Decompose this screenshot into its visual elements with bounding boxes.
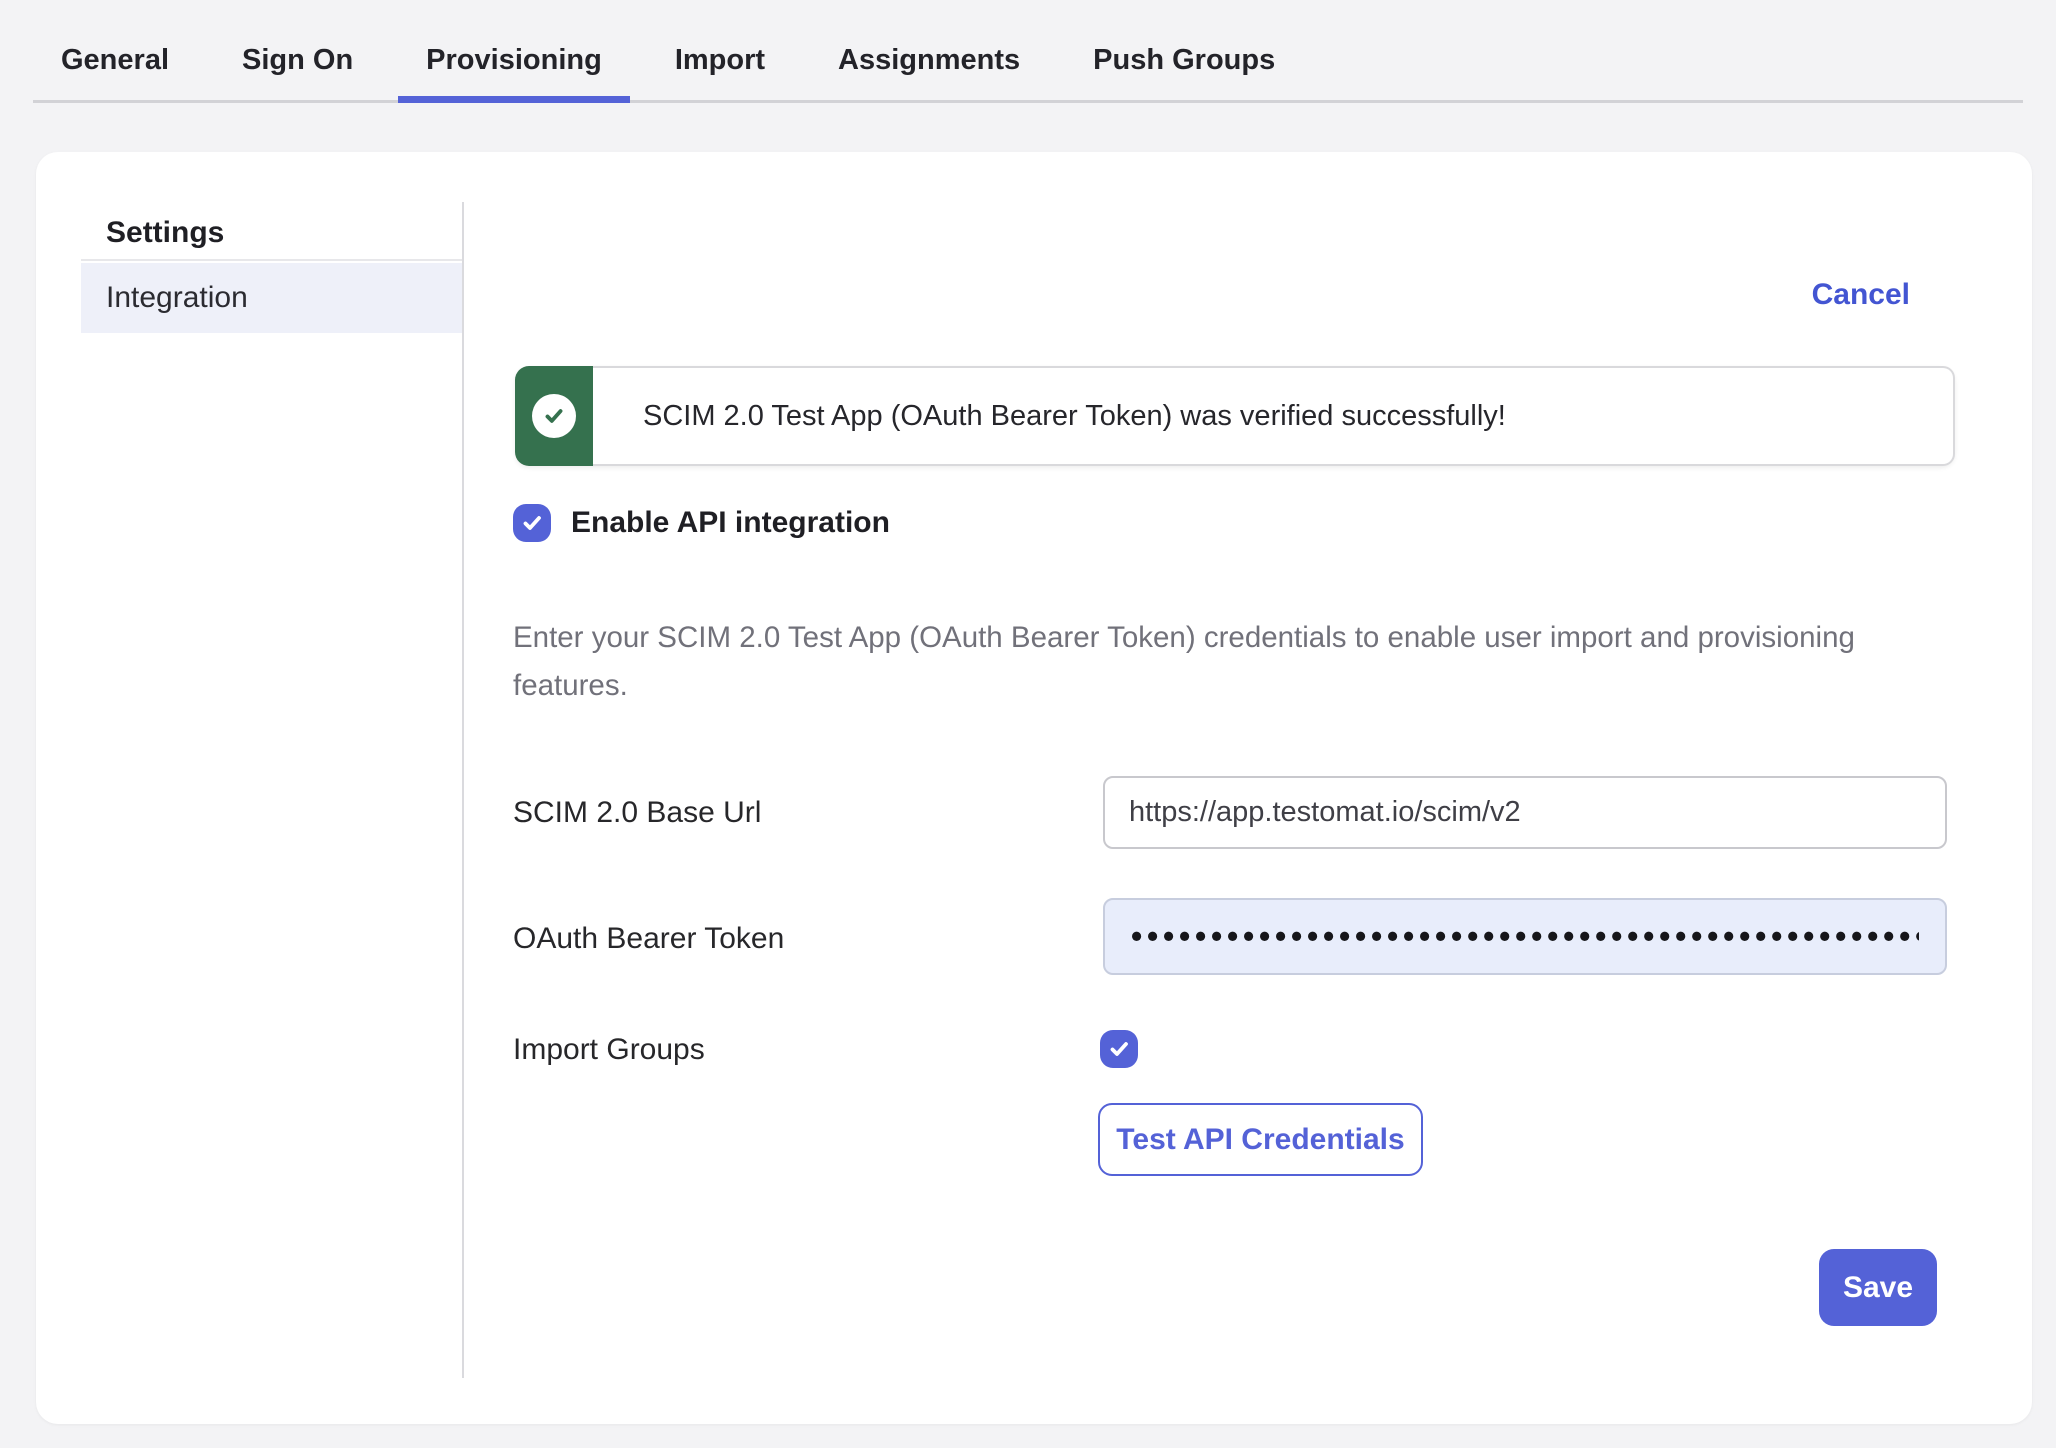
tab-assignments[interactable]: Assignments bbox=[810, 21, 1048, 100]
sidebar-separator bbox=[81, 259, 462, 261]
settings-card: Settings Integration Cancel SCIM 2.0 Tes… bbox=[36, 152, 2032, 1424]
enable-api-label: Enable API integration bbox=[571, 506, 890, 540]
tab-provisioning[interactable]: Provisioning bbox=[398, 21, 630, 100]
check-circle-icon bbox=[532, 394, 576, 438]
tab-sign-on[interactable]: Sign On bbox=[214, 21, 381, 100]
enable-api-row: Enable API integration bbox=[513, 503, 890, 543]
credentials-description: Enter your SCIM 2.0 Test App (OAuth Bear… bbox=[513, 614, 1855, 710]
success-alert-message: SCIM 2.0 Test App (OAuth Bearer Token) w… bbox=[593, 366, 1955, 466]
import-groups-label: Import Groups bbox=[513, 1034, 705, 1066]
description-line: Enter your SCIM 2.0 Test App (OAuth Bear… bbox=[513, 614, 1855, 662]
tab-bar: General Sign On Provisioning Import Assi… bbox=[33, 0, 2023, 103]
token-input[interactable] bbox=[1103, 898, 1947, 975]
tab-import[interactable]: Import bbox=[647, 21, 793, 100]
test-api-credentials-button[interactable]: Test API Credentials bbox=[1098, 1103, 1423, 1176]
tab-general[interactable]: General bbox=[33, 21, 197, 100]
import-groups-checkbox[interactable] bbox=[1100, 1030, 1138, 1068]
save-button[interactable]: Save bbox=[1819, 1249, 1937, 1326]
base-url-input[interactable] bbox=[1103, 776, 1947, 849]
enable-api-checkbox[interactable] bbox=[513, 504, 551, 542]
token-label: OAuth Bearer Token bbox=[513, 923, 784, 955]
description-line: features. bbox=[513, 662, 1855, 710]
sidebar-divider bbox=[462, 202, 464, 1378]
base-url-label: SCIM 2.0 Base Url bbox=[513, 797, 761, 829]
provisioning-page: General Sign On Provisioning Import Assi… bbox=[0, 0, 2056, 1448]
sidebar-heading: Settings bbox=[106, 214, 224, 252]
success-icon-block bbox=[515, 366, 593, 466]
sidebar-item-integration[interactable]: Integration bbox=[81, 263, 462, 333]
success-alert: SCIM 2.0 Test App (OAuth Bearer Token) w… bbox=[515, 366, 1955, 466]
cancel-link[interactable]: Cancel bbox=[1812, 278, 1910, 312]
tab-push-groups[interactable]: Push Groups bbox=[1065, 21, 1303, 100]
